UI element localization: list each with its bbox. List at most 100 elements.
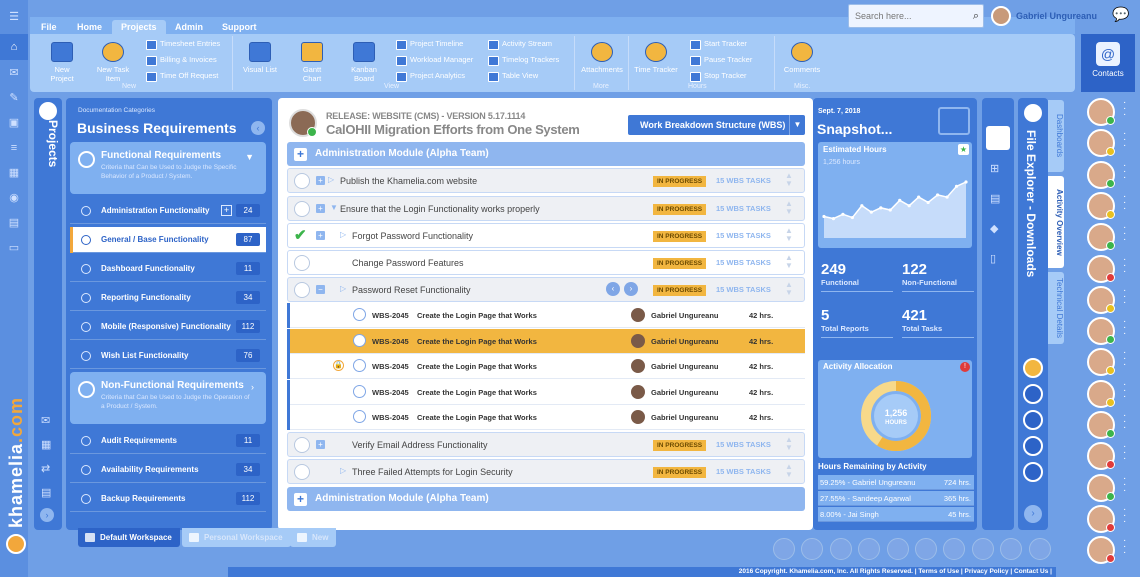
timesheet-button[interactable]: Timesheet Entries	[146, 38, 220, 50]
tab-activity-overview[interactable]: Activity Overview	[1048, 176, 1064, 268]
subtask-row[interactable]: 🔒 WBS-2045 Create the Login Page that Work…	[287, 354, 805, 379]
more-options-icon[interactable]: · · ·	[1123, 160, 1126, 182]
workspace-tab-default[interactable]: Default Workspace	[78, 528, 180, 547]
image-icon[interactable]	[801, 538, 824, 560]
project-timeline-button[interactable]: Project Timeline	[396, 38, 463, 50]
pin-icon[interactable]	[353, 410, 366, 423]
workspace-tab-personal[interactable]: Personal Workspace	[182, 528, 291, 547]
task-checkbox[interactable]	[294, 255, 310, 271]
location-icon[interactable]: ◉	[6, 191, 22, 205]
comments-button[interactable]: Comments	[780, 42, 824, 74]
task-checkbox[interactable]	[294, 173, 310, 189]
timelog-trackers-button[interactable]: Timelog Trackers	[488, 54, 559, 66]
subtask-row[interactable]: WBS-2045 Create the Login Page that Works…	[287, 379, 805, 405]
requirement-item[interactable]: Availability Requirements 34	[70, 457, 266, 483]
table-view-button[interactable]: Table View	[488, 70, 538, 82]
new-task-button[interactable]: New Task Item	[94, 42, 132, 83]
contact-avatar[interactable]	[1087, 191, 1115, 220]
expand-icon[interactable]: +	[316, 176, 325, 185]
pin-icon[interactable]	[353, 384, 366, 398]
home-icon[interactable]: ⌂	[0, 34, 28, 60]
more-options-icon[interactable]: · · ·	[1123, 348, 1126, 370]
edit-icon[interactable]: ✎	[6, 91, 22, 105]
plus-icon[interactable]: +	[294, 148, 307, 161]
task-row[interactable]: + ▼ Ensure that the Login Functionality wo…	[287, 196, 805, 221]
tab-projects[interactable]: Projects	[112, 20, 166, 34]
more-options-icon[interactable]: · · ·	[1123, 317, 1126, 339]
chat-icon[interactable]: 💬	[1112, 6, 1129, 23]
visual-list-button[interactable]: Visual List	[242, 42, 278, 74]
edit-icon[interactable]	[1000, 538, 1023, 560]
timeoff-button[interactable]: Time Off Request	[146, 70, 218, 82]
requirement-item[interactable]: Mobile (Responsive) Functionality 112	[70, 314, 266, 340]
calendar-icon[interactable]	[1023, 436, 1043, 456]
task-checkbox[interactable]	[294, 201, 310, 217]
more-options-icon[interactable]: · · ·	[1123, 411, 1126, 433]
contact-avatar[interactable]	[1087, 129, 1115, 158]
next-arrow-icon[interactable]: ›	[1024, 505, 1042, 523]
more-options-icon[interactable]: · · ·	[1123, 223, 1126, 245]
document-icon[interactable]: ▤	[6, 216, 22, 230]
task-row[interactable]: ✔ + ▷ Forgot Password Functionality IN PROGR…	[287, 223, 805, 248]
clipboard-icon[interactable]: ▤	[990, 192, 1006, 206]
mail-icon[interactable]: ✉	[41, 414, 55, 427]
monitor-icon[interactable]	[1023, 462, 1043, 482]
more-options-icon[interactable]: · · ·	[1123, 98, 1126, 120]
chevron-right-icon[interactable]: ›	[251, 382, 254, 392]
sort-arrows-icon[interactable]: ▲ ▼	[785, 281, 793, 297]
task-row[interactable]: + ▷ Publish the Khamelia.com website IN PRO…	[287, 168, 805, 193]
chevron-right-icon[interactable]: ▷	[340, 284, 346, 293]
globe-icon[interactable]	[915, 538, 937, 560]
subtask-row[interactable]: WBS-2045 Create the Login Page that Works…	[287, 328, 805, 354]
keyboard-icon[interactable]	[886, 538, 909, 560]
start-tracker-button[interactable]: Start Tracker	[690, 38, 747, 50]
image-icon[interactable]	[1023, 384, 1043, 404]
more-options-icon[interactable]: · · ·	[1123, 129, 1126, 151]
workload-manager-button[interactable]: Workload Manager	[396, 54, 473, 66]
grid-view-icon[interactable]	[986, 126, 1010, 150]
chevron-down-icon[interactable]: ▼	[245, 152, 254, 162]
mail-icon[interactable]: ✉	[6, 66, 22, 80]
subtask-row[interactable]: WBS-2045 Create the Login Page that Works…	[287, 303, 805, 328]
tab-file[interactable]: File	[32, 20, 66, 34]
pin-icon[interactable]	[353, 308, 366, 321]
tab-dashboards[interactable]: Dashboards	[1048, 100, 1064, 172]
plus-icon[interactable]: +	[221, 205, 232, 216]
hamburger-menu-icon[interactable]: ☰	[6, 10, 22, 24]
requirement-item[interactable]: Audit Requirements 11	[70, 428, 266, 454]
sort-arrows-icon[interactable]: ▲ ▼	[785, 227, 793, 243]
more-options-icon[interactable]: · · ·	[1123, 285, 1126, 307]
more-options-icon[interactable]: · · ·	[1123, 536, 1126, 558]
expand-icon[interactable]: +	[316, 204, 325, 213]
document-icon[interactable]: ▯	[990, 252, 1006, 266]
notes-icon[interactable]	[1023, 358, 1043, 378]
tab-technical-details[interactable]: Technical Details	[1048, 272, 1064, 344]
hierarchy-icon[interactable]: ⊞	[990, 162, 1006, 176]
star-icon[interactable]: ★	[958, 144, 969, 155]
contact-avatar[interactable]	[1087, 348, 1115, 377]
task-row[interactable]: + Verify Email Address Functionality IN PR…	[287, 432, 805, 457]
billing-button[interactable]: Billing & Invoices	[146, 54, 217, 66]
more-options-icon[interactable]: · · ·	[1123, 504, 1126, 526]
gantt-chart-button[interactable]: Gantt Chart	[294, 42, 330, 83]
requirement-item[interactable]: Dashboard Functionality 11	[70, 256, 266, 282]
back-arrow-icon[interactable]: ‹	[251, 121, 265, 135]
contact-avatar[interactable]	[1087, 536, 1115, 565]
checkmark-icon[interactable]: ✔	[294, 228, 310, 244]
collapse-icon[interactable]: −	[316, 285, 325, 294]
list-icon[interactable]: ≡	[6, 141, 22, 155]
tab-home[interactable]: Home	[68, 20, 111, 34]
task-checkbox[interactable]	[294, 464, 310, 480]
time-tracker-button[interactable]: Time Tracker	[634, 42, 678, 74]
pin-icon[interactable]	[353, 333, 366, 347]
activity-stream-button[interactable]: Activity Stream	[488, 38, 552, 50]
contact-avatar[interactable]	[1087, 442, 1115, 471]
module-header[interactable]: + Administration Module (Alpha Team)	[287, 487, 805, 511]
calculator-icon[interactable]	[943, 538, 966, 560]
pin-icon[interactable]	[353, 359, 366, 372]
chevron-right-icon[interactable]: ▷	[340, 230, 346, 239]
contact-avatar[interactable]	[1087, 160, 1115, 189]
monitor-icon[interactable]: ▭	[6, 241, 22, 255]
requirement-item[interactable]: Backup Requirements 112	[70, 486, 266, 512]
expand-icon[interactable]: +	[316, 231, 325, 240]
